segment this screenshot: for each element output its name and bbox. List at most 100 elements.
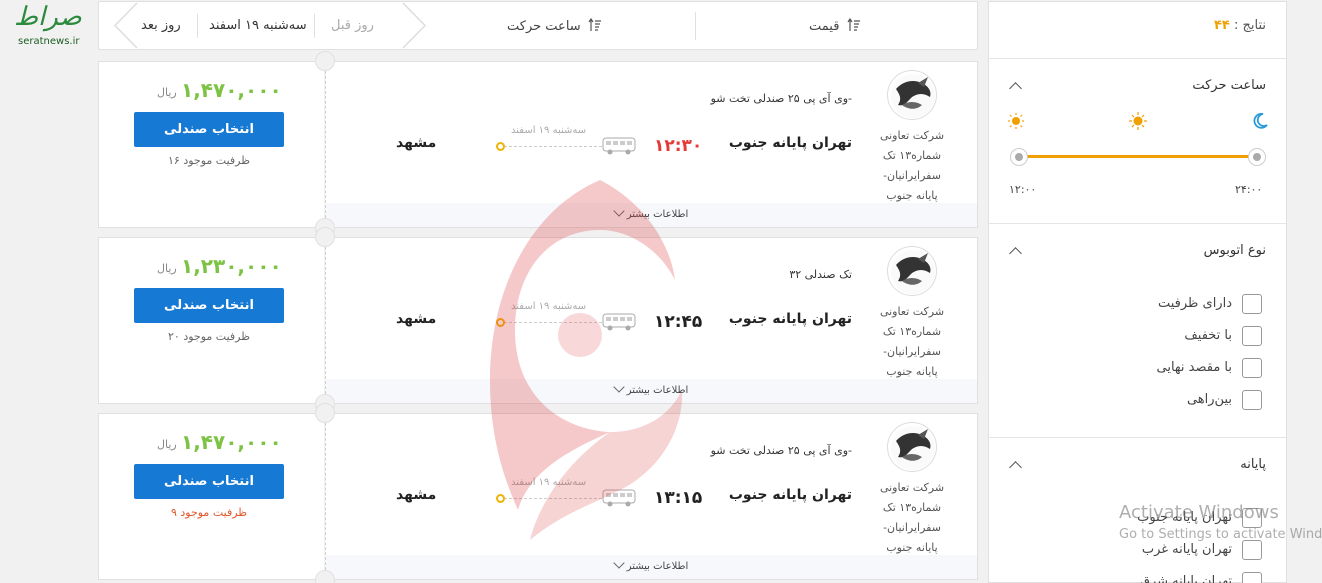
more-info-toggle[interactable]: اطلاعات بیشتر xyxy=(326,203,977,227)
ticket-notch xyxy=(315,570,335,583)
trip-card-price-section: ریال ۱,۴۷۰,۰۰۰ انتخاب صندلی ظرفیت موجود … xyxy=(98,61,324,228)
chevron-left-icon[interactable] xyxy=(109,2,139,49)
route-line xyxy=(496,134,636,158)
sunrise-icon[interactable] xyxy=(1007,112,1025,130)
trip-card-price-section: ریال ۱,۲۳۰,۰۰۰ انتخاب صندلی ظرفیت موجود … xyxy=(98,237,324,404)
available-capacity: ظرفیت موجود ۲۰ xyxy=(168,330,250,343)
more-info-label: اطلاعات بیشتر xyxy=(626,561,689,572)
departure-time: ۱۳:۱۵ xyxy=(654,488,703,508)
destination-dot-icon xyxy=(496,318,505,327)
bus-type-filter-title: نوع اتوبوس xyxy=(1203,243,1266,258)
select-seat-button[interactable]: انتخاب صندلی xyxy=(134,288,284,323)
checkbox[interactable] xyxy=(1242,294,1262,314)
checkbox[interactable] xyxy=(1242,572,1262,583)
departure-time-slider-track[interactable] xyxy=(1019,155,1256,158)
more-info-toggle[interactable]: اطلاعات بیشتر xyxy=(326,379,977,403)
origin-terminal: تهران پایانه جنوب xyxy=(728,487,852,503)
chevron-right-icon[interactable] xyxy=(401,2,431,49)
currency-label: ریال xyxy=(157,262,177,275)
checkbox[interactable] xyxy=(1242,390,1262,410)
destination-city: مشهد xyxy=(396,487,437,503)
route-dashed-line xyxy=(504,498,602,499)
checkbox[interactable] xyxy=(1242,358,1262,378)
slider-min-label: ۱۲:۰۰ xyxy=(1009,183,1037,196)
available-capacity: ظرفیت موجود ۹ xyxy=(170,506,248,519)
more-info-label: اطلاعات بیشتر xyxy=(626,209,689,220)
more-info-toggle[interactable]: اطلاعات بیشتر xyxy=(326,555,977,579)
sort-by-time-button[interactable]: ساعت حرکت xyxy=(507,18,602,34)
sort-icon xyxy=(847,18,860,31)
route-dashed-line xyxy=(504,322,602,323)
activate-windows-title: Activate Windows xyxy=(1119,502,1279,523)
divider xyxy=(197,14,198,38)
slider-max-label: ۲۴:۰۰ xyxy=(1235,183,1263,196)
slider-min-handle[interactable] xyxy=(1010,148,1028,166)
bus-type-label: وی آی پی ۲۵ صندلی تخت شو- xyxy=(710,92,852,105)
filter-option-label: تهران پایانه غرب xyxy=(1141,542,1232,557)
terminal-filter-title: پایانه xyxy=(1240,457,1266,472)
destination-city: مشهد xyxy=(396,311,437,327)
sort-icon xyxy=(588,18,601,31)
trip-card: ریال ۱,۲۳۰,۰۰۰ انتخاب صندلی ظرفیت موجود … xyxy=(98,227,978,414)
bus-type-label: وی آی پی ۲۵ صندلی تخت شو- xyxy=(710,444,852,457)
destination-dot-icon xyxy=(496,142,505,151)
more-info-label: اطلاعات بیشتر xyxy=(626,385,689,396)
filter-option-label: بین‌راهی xyxy=(1186,392,1232,407)
divider xyxy=(989,223,1286,224)
bus-icon xyxy=(602,489,636,507)
company-name: شرکت تعاونی شماره۱۳ تک سفرایرانیان- پایا… xyxy=(879,305,945,378)
results-label: نتایج : xyxy=(1233,18,1266,33)
departure-time: ۱۲:۳۰ xyxy=(654,136,703,156)
moon-icon[interactable] xyxy=(1251,112,1269,130)
checkbox[interactable] xyxy=(1242,540,1262,560)
chevron-up-icon[interactable] xyxy=(1009,82,1022,95)
trip-card-details: شرکت تعاونی شماره۱۳ تک سفرایرانیان- پایا… xyxy=(325,237,978,404)
route-dashed-line xyxy=(504,146,602,147)
company-logo xyxy=(887,70,937,120)
route-line xyxy=(496,486,636,510)
chevron-down-icon xyxy=(613,381,625,393)
chevron-down-icon xyxy=(613,205,625,217)
divider xyxy=(989,58,1286,59)
trip-card-details: شرکت تعاونی شماره۱۳ تک سفرایرانیان- پایا… xyxy=(325,61,978,228)
chevron-up-icon[interactable] xyxy=(1009,247,1022,260)
sun-icon[interactable] xyxy=(1129,112,1147,130)
divider xyxy=(314,14,315,38)
ticket-price: ۱,۴۷۰,۰۰۰ xyxy=(181,78,282,102)
company-logo xyxy=(887,246,937,296)
day-navigator: روز بعد سه‌شنبه ۱۹ اسفند روز قبل xyxy=(109,2,427,49)
company-logo xyxy=(887,422,937,472)
bus-icon xyxy=(602,137,636,155)
prev-day-button[interactable]: روز قبل xyxy=(331,18,374,33)
chevron-down-icon xyxy=(613,557,625,569)
current-day-label: سه‌شنبه ۱۹ اسفند xyxy=(209,18,307,33)
currency-label: ریال xyxy=(157,438,177,451)
ticket-notch xyxy=(315,227,335,247)
sort-bar: روز بعد سه‌شنبه ۱۹ اسفند روز قبل ساعت حر… xyxy=(98,1,978,50)
sort-by-price-button[interactable]: قیمت xyxy=(809,18,861,34)
select-seat-button[interactable]: انتخاب صندلی xyxy=(134,112,284,147)
ticket-price: ۱,۴۷۰,۰۰۰ xyxy=(181,430,282,454)
chevron-up-icon[interactable] xyxy=(1009,461,1022,474)
results-count: نتایج : ۴۴ xyxy=(1214,18,1266,33)
next-day-button[interactable]: روز بعد xyxy=(141,18,181,33)
ticket-price: ۱,۲۳۰,۰۰۰ xyxy=(181,254,282,278)
divider xyxy=(989,437,1286,438)
trip-card: ریال ۱,۴۷۰,۰۰۰ انتخاب صندلی ظرفیت موجود … xyxy=(98,51,978,238)
site-watermark-logo: صراط seratnews.ir xyxy=(8,2,100,52)
trip-card-details: شرکت تعاونی شماره۱۳ تک سفرایرانیان- پایا… xyxy=(325,413,978,580)
slider-max-handle[interactable] xyxy=(1248,148,1266,166)
available-capacity: ظرفیت موجود ۱۶ xyxy=(168,154,250,167)
sort-price-label: قیمت xyxy=(809,19,840,34)
currency-label: ریال xyxy=(157,86,177,99)
origin-terminal: تهران پایانه جنوب xyxy=(728,311,852,327)
select-seat-button[interactable]: انتخاب صندلی xyxy=(134,464,284,499)
departure-time: ۱۲:۴۵ xyxy=(654,312,703,332)
filter-option-label: تهران پایانه شرق xyxy=(1139,574,1232,583)
checkbox[interactable] xyxy=(1242,326,1262,346)
bus-type-label: تک صندلی ۳۲ xyxy=(789,268,852,281)
company-name: شرکت تعاونی شماره۱۳ تک سفرایرانیان- پایا… xyxy=(879,129,945,202)
destination-city: مشهد xyxy=(396,135,437,151)
ticket-notch xyxy=(315,51,335,71)
bus-icon xyxy=(602,313,636,331)
